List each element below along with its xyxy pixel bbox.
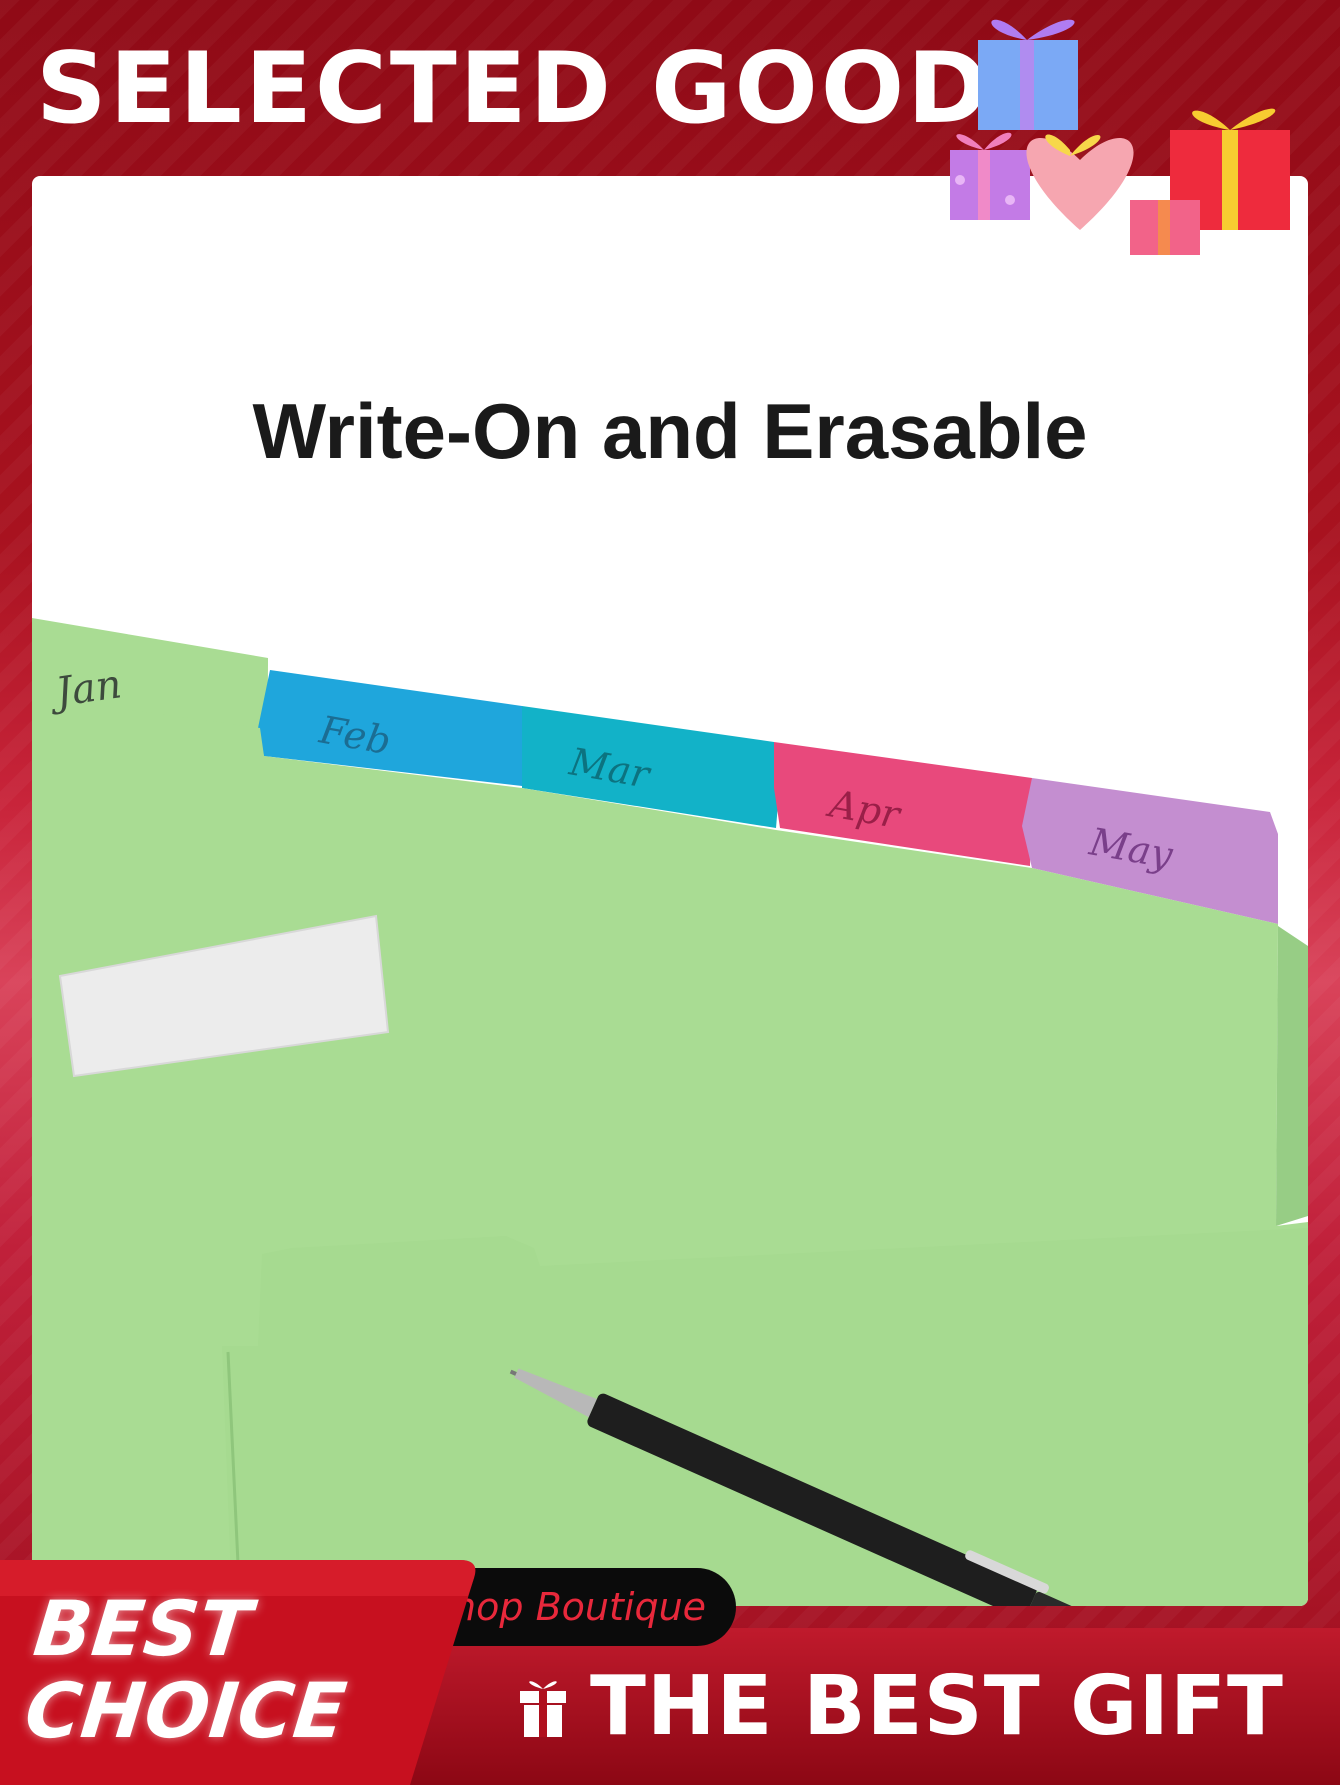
badge-line-1: BEST (29, 1584, 256, 1673)
product-photo: Jan Feb Mar Apr May (32, 618, 1308, 1606)
gift-boxes-icon (950, 19, 1290, 255)
product-panel: Write-On and Erasable Jan Feb Mar Apr Ma… (32, 176, 1308, 1606)
best-gift-banner: THE BEST GIFT (380, 1628, 1340, 1785)
page-title: SELECTED GOODS (36, 32, 1066, 146)
folder-sheet-shadow (1276, 926, 1308, 1226)
best-gift-label: THE BEST GIFT (590, 1659, 1284, 1754)
badge-line-2: CHOICE (21, 1666, 351, 1755)
best-choice-badge: BEST CHOICE (21, 1584, 358, 1755)
gift-icon (520, 1680, 566, 1737)
